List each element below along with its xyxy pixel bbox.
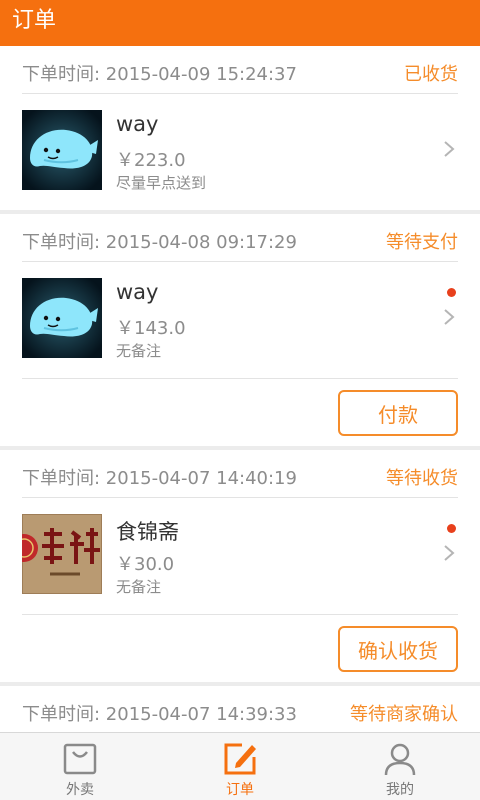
order-note: 无备注 [116, 342, 162, 360]
tab-label: 我的 [386, 782, 414, 798]
order-item[interactable]: 食锦斋 ￥30.0 无备注 [22, 498, 458, 614]
chevron-right-icon [444, 309, 455, 325]
page-title: 订单 [12, 8, 57, 33]
bag-icon [63, 743, 97, 775]
confirm-receipt-button[interactable]: 确认收货 [338, 626, 458, 672]
user-icon [384, 743, 416, 776]
tab-profile[interactable]: 我的 [320, 733, 480, 800]
unread-dot [447, 524, 456, 533]
order-time-row: 下单时间: 2015-04-07 14:40:19 等待收货 [22, 450, 458, 498]
app-header: 订单 [0, 0, 480, 46]
shop-name: way [116, 112, 159, 136]
order-note: 无备注 [116, 578, 162, 596]
order-card[interactable]: 下单时间: 2015-04-08 09:17:29 等待支付 way ￥143.… [0, 214, 480, 446]
order-card[interactable]: 下单时间: 2015-04-09 15:24:37 已收货 way ￥223.0… [0, 46, 480, 210]
order-price: ￥143.0 [116, 318, 186, 339]
order-price: ￥223.0 [116, 150, 186, 171]
shop-logo-shijinzhai [22, 514, 102, 594]
bottom-tab-bar: 外卖 订单 我的 [0, 732, 480, 800]
tab-orders[interactable]: 订单 [160, 733, 320, 800]
tab-label: 外卖 [66, 782, 94, 798]
order-time: 下单时间: 2015-04-08 09:17:29 [22, 232, 297, 253]
order-status: 等待支付 [386, 232, 458, 253]
order-time: 下单时间: 2015-04-09 15:24:37 [22, 64, 297, 85]
tab-label: 订单 [226, 782, 254, 798]
order-item[interactable]: way ￥223.0 尽量早点送到 [22, 94, 458, 210]
order-status: 等待收货 [386, 468, 458, 489]
order-time: 下单时间: 2015-04-07 14:39:33 [22, 704, 297, 725]
order-price: ￥30.0 [116, 554, 175, 575]
order-time-row: 下单时间: 2015-04-08 09:17:29 等待支付 [22, 214, 458, 262]
pay-button[interactable]: 付款 [338, 390, 458, 436]
order-action-row: 确认收货 [22, 614, 458, 686]
order-time-row: 下单时间: 2015-04-07 14:39:33 等待商家确认 [22, 686, 458, 732]
order-time-row: 下单时间: 2015-04-09 15:24:37 已收货 [22, 46, 458, 94]
order-item[interactable]: way ￥143.0 无备注 [22, 262, 458, 378]
shop-name: way [116, 280, 159, 304]
order-status: 已收货 [404, 64, 458, 85]
order-card[interactable]: 下单时间: 2015-04-07 14:40:19 等待收货 食锦斋 ￥30.0… [0, 450, 480, 682]
chevron-right-icon [444, 141, 455, 157]
order-note: 尽量早点送到 [116, 174, 207, 192]
whale-lamp-photo [22, 110, 102, 190]
order-card[interactable]: 下单时间: 2015-04-07 14:39:33 等待商家确认 [0, 686, 480, 732]
whale-lamp-photo [22, 278, 102, 358]
order-action-row: 付款 [22, 378, 458, 450]
chevron-right-icon [444, 545, 455, 561]
tab-takeout[interactable]: 外卖 [0, 733, 160, 800]
unread-dot [447, 288, 456, 297]
edit-icon [224, 743, 256, 775]
shop-name: 食锦斋 [116, 520, 179, 544]
order-time: 下单时间: 2015-04-07 14:40:19 [22, 468, 297, 489]
order-status: 等待商家确认 [350, 704, 458, 725]
